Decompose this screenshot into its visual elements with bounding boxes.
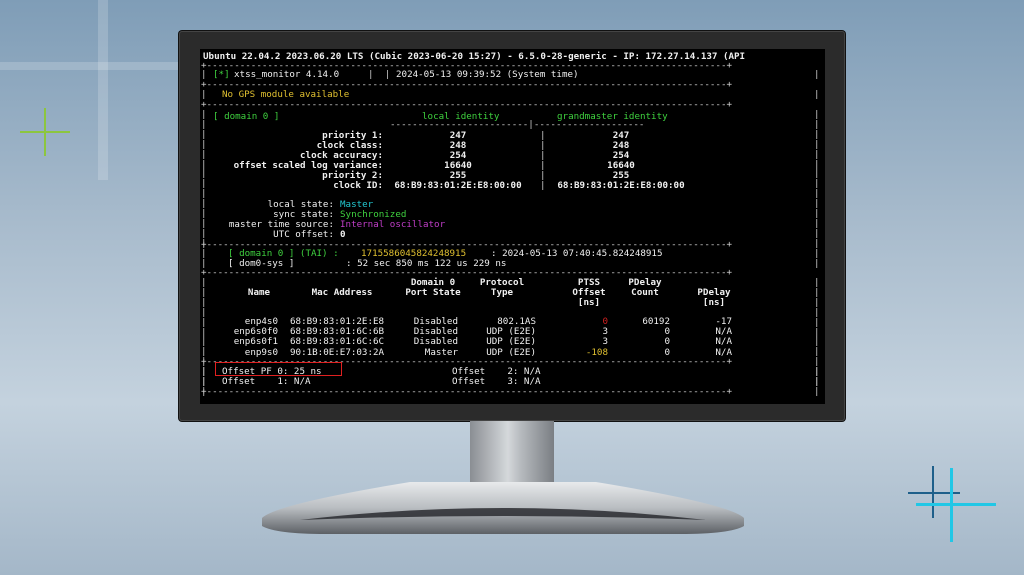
col-header-pdelay-ns: PDelay [ns] — [697, 286, 731, 308]
col-header-name: Name — [247, 286, 271, 298]
grandmaster-identity-values: 247 248 254 16640 255 68:B9:83:01:2E:E8:… — [557, 130, 685, 191]
time-source-value: Internal oscillator — [340, 219, 446, 230]
state-labels: local state: sync state: master time sou… — [228, 199, 334, 240]
monitor-stand-base — [262, 482, 744, 534]
ptss-offsets: 0 3 3 -108 — [585, 316, 608, 358]
port-names: enp4s0 enp6s0f0 enp6s0f1 enp9s0 — [200, 316, 278, 358]
domain-label: [ domain 0 ] — [213, 111, 280, 122]
port-macs: 68:B9:83:01:2E:E8 68:B9:83:01:6C:6B 68:B… — [290, 316, 385, 358]
pdelay-counts: 60192 0 0 0 — [642, 316, 670, 358]
cyan-crosshair-decoration — [906, 466, 996, 544]
highlight-box — [215, 362, 342, 376]
col-header-pdelay-count: PDelay Count — [628, 277, 662, 298]
monitor-stand-neck — [470, 421, 554, 483]
tai-date: : 2024-05-13 07:40:45.824248915 — [491, 248, 663, 259]
port-protocols: 802.1AS UDP (E2E) UDP (E2E) UDP (E2E) — [486, 316, 536, 358]
col-header-port-state: Domain 0 Port State — [405, 277, 461, 298]
green-crosshair-decoration — [20, 108, 70, 156]
col-header-mac: Mac Address — [311, 286, 373, 298]
background-stripe — [98, 0, 108, 180]
local-identity-values: 247 248 254 16640 255 68:B9:83:01:2E:E8:… — [394, 130, 522, 191]
identity-labels: priority 1: clock class: clock accuracy:… — [233, 130, 383, 191]
col-header-ptss-offset: PTSS Offset [ns] — [572, 277, 606, 308]
port-states: Disabled Disabled Disabled Master — [413, 316, 458, 358]
col-header-protocol: Protocol Type — [479, 277, 525, 298]
terminal-screen[interactable]: Ubuntu 22.04.2 2023.06.20 LTS (Cubic 202… — [200, 49, 825, 404]
pdelay-ns-values: -17 N/A N/A N/A — [715, 316, 732, 358]
